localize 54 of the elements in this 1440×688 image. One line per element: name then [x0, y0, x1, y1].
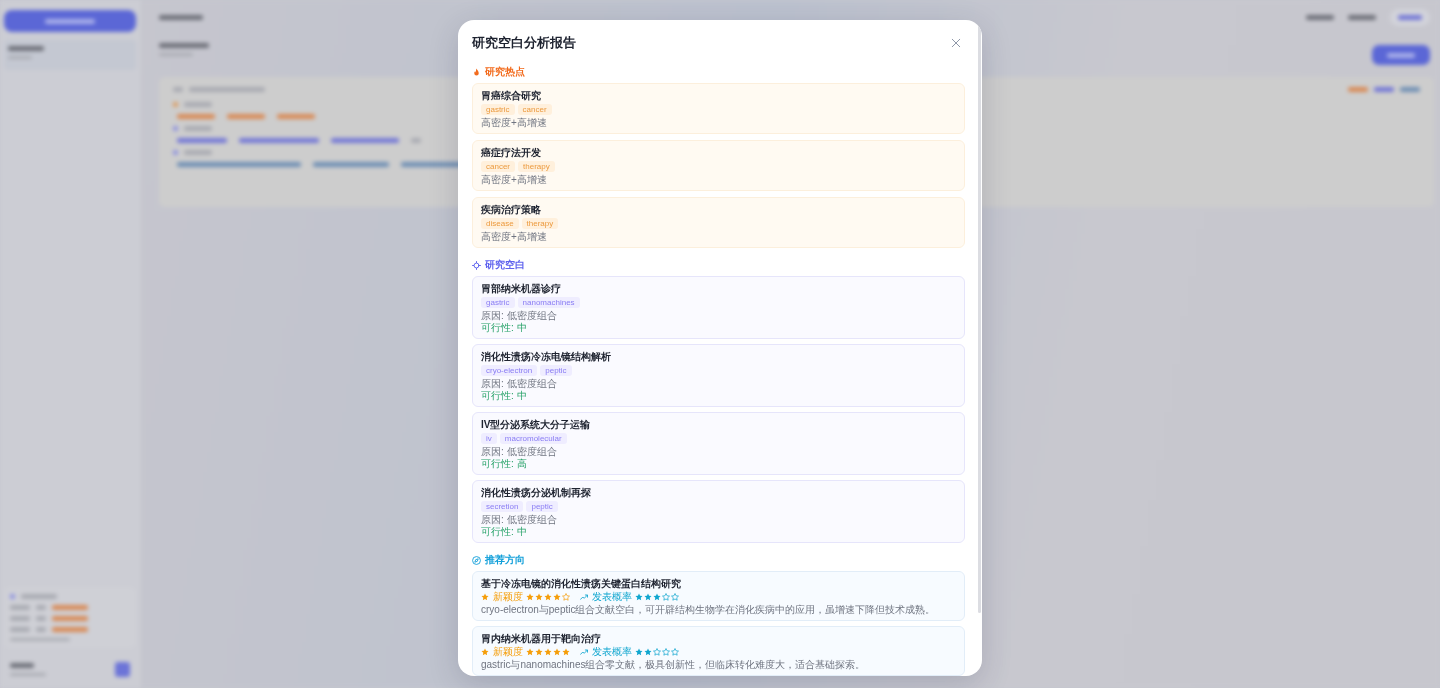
feasibility-text: 可行性: 中 [481, 390, 528, 402]
compass-icon [472, 555, 481, 565]
reason-text: 原因: 低密度组合 [481, 513, 558, 526]
card-title: 胃癌综合研究 [481, 89, 542, 103]
star-icon [481, 647, 489, 656]
section-title: 推荐方向 [485, 553, 525, 567]
rating-label: 发表概率 [592, 645, 632, 658]
reason-text: 原因: 低密度组合 [481, 377, 558, 390]
card-note: 高密度+高增速 [481, 116, 548, 129]
keyword-tag: secretion [481, 501, 524, 512]
section-title: 研究热点 [485, 65, 525, 79]
flame-icon [472, 67, 481, 77]
keyword-tag: peptic [526, 501, 558, 512]
trend-line-icon [580, 647, 588, 656]
keyword-tag: nanomachines [517, 297, 580, 308]
card-title: 基于冷冻电镜的消化性溃疡关键蛋白结构研究 [481, 577, 682, 590]
reason-text: 原因: 低密度组合 [481, 445, 558, 458]
keyword-tag: macromolecular [499, 433, 567, 444]
feasibility-text: 可行性: 中 [481, 322, 528, 334]
trend-line-icon [580, 592, 588, 601]
empty-star-icon [562, 592, 570, 601]
crosshair-icon [472, 260, 481, 270]
close-icon [951, 38, 961, 48]
keyword-tag: gastric [481, 104, 515, 115]
card-title: 胃部纳米机器诊疗 [481, 282, 562, 296]
card-description: cryo-electron与peptic组合文献空白，可开辟结构生物学在消化疾病中的应用，虽增速下降但技术成熟。 [481, 603, 937, 616]
keyword-tag: iv [481, 433, 497, 444]
keyword-tag: cancer [481, 161, 515, 172]
feasibility-text: 可行性: 中 [481, 526, 528, 538]
keyword-tag: cryo-electron [481, 365, 538, 376]
star-icon [481, 592, 489, 601]
keyword-tag: disease [481, 218, 519, 229]
keyword-tag: therapy [518, 161, 555, 172]
keyword-tag: cancer [517, 104, 552, 115]
keyword-tag: gastric [481, 297, 515, 308]
card-title: 疾病治疗策略 [481, 203, 542, 217]
section-title: 研究空白 [485, 258, 525, 272]
card-title: 癌症疗法开发 [481, 146, 542, 160]
reason-text: 原因: 低密度组合 [481, 309, 558, 322]
card-title: 胃内纳米机器用于靶向治疗 [481, 632, 602, 645]
card-description: gastric与nanomachines组合零文献，极具创新性，但临床转化难度大，适合基础探索。 [481, 658, 867, 671]
keyword-tag: peptic [540, 365, 572, 376]
card-title: 消化性溃疡冷冻电镜结构解析 [481, 350, 612, 364]
close-button[interactable] [949, 36, 963, 50]
card-title: 消化性溃疡分泌机制再探 [481, 486, 592, 500]
card-title: IV型分泌系统大分子运输 [481, 418, 592, 432]
rating-label: 发表概率 [592, 590, 632, 603]
keyword-tag: therapy [521, 218, 559, 229]
feasibility-text: 可行性: 高 [481, 458, 528, 470]
card-note: 高密度+高增速 [481, 173, 548, 186]
card-note: 高密度+高增速 [481, 230, 548, 243]
rating-label: 新颖度 [493, 645, 523, 658]
dialog-title: 研究空白分析报告 [472, 34, 576, 52]
rating-label: 新颖度 [493, 590, 523, 603]
